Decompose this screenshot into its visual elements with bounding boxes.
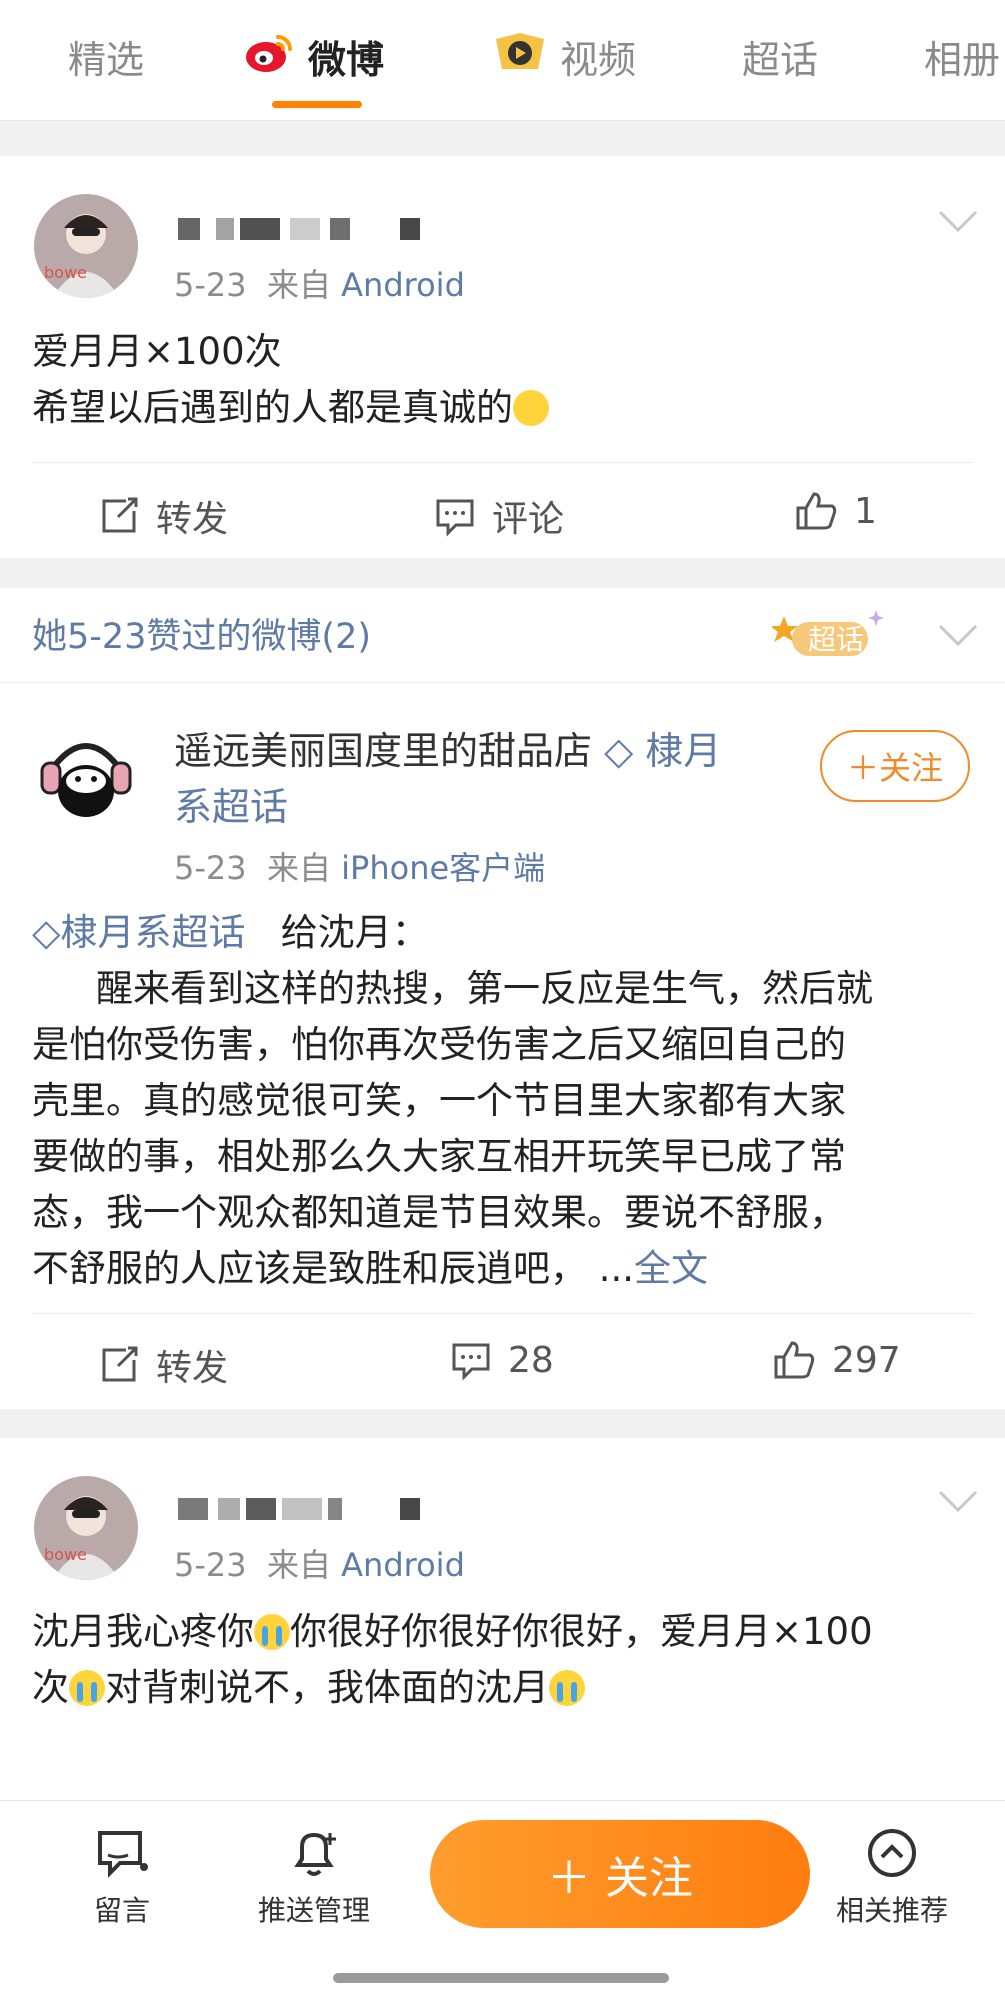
avatar[interactable] (34, 723, 138, 827)
post-meta: 5-23 来自 Android (174, 1546, 465, 1584)
read-more-link[interactable]: 全文 (634, 1247, 708, 1290)
weibo-logo-icon (244, 31, 296, 90)
post-card[interactable]: bowe 5-23 来自 Android 爱月月×100次 希望以后遇到的人都是… (0, 156, 1005, 558)
comment-icon (452, 1343, 490, 1381)
crying-emoji-icon (254, 1614, 290, 1650)
post-source[interactable]: Android (341, 266, 465, 304)
like-button[interactable]: 297 (772, 1339, 901, 1381)
divider (32, 1313, 974, 1314)
follow-button-large[interactable]: ＋ 关注 (430, 1820, 810, 1928)
thumbs-up-icon (796, 492, 837, 530)
author-topic-link[interactable]: ◇ 棣月 (604, 729, 721, 773)
message-icon (98, 1831, 148, 1878)
home-indicator[interactable] (333, 1973, 669, 1983)
post-card[interactable]: bowe 5-23 来自 Android 沈月我心疼你 你很好你很好你很好，爱月月… (0, 1438, 1005, 1808)
super-topic-badge: 超话 (770, 606, 892, 664)
message-button[interactable]: 留言 (94, 1825, 150, 1929)
liked-section-header[interactable]: 她5-23赞过的微博(2) 超话 (0, 588, 1005, 683)
chevron-down-icon[interactable] (938, 210, 978, 234)
top-tab-bar: 精选 微博 视频 超话 相册 (0, 0, 1005, 121)
svg-text:bowe: bowe (44, 263, 87, 282)
crying-emoji-icon (549, 1670, 585, 1706)
share-icon (102, 1346, 138, 1382)
author-name[interactable]: 遥远美丽国度里的甜品店 ◇ 棣月 (174, 723, 721, 779)
crying-emoji-icon (69, 1670, 105, 1706)
tab-album[interactable]: 相册 (924, 32, 1000, 88)
video-play-icon (492, 31, 548, 90)
repost-button[interactable]: 转发 (98, 490, 228, 542)
chevron-down-icon[interactable] (938, 1490, 978, 1514)
comment-icon (436, 499, 474, 537)
like-button[interactable]: 1 (794, 490, 877, 532)
topic-link[interactable]: ◇棣月系超话 (32, 911, 245, 954)
post-meta: 5-23 来自 iPhone客户端 (174, 849, 546, 887)
tab-featured[interactable]: 精选 (68, 32, 144, 88)
tab-super-topic[interactable]: 超话 (742, 32, 818, 88)
push-settings-button[interactable]: 推送管理 (258, 1825, 370, 1929)
comment-button[interactable]: 评论 (434, 490, 564, 542)
repost-button[interactable]: 转发 (98, 1339, 228, 1391)
avatar[interactable]: bowe (34, 194, 138, 298)
post-source[interactable]: iPhone客户端 (341, 849, 545, 887)
liked-section-title: 她5-23赞过的微博(2) (32, 617, 372, 657)
chevron-up-circle-icon (868, 1829, 916, 1877)
post-meta: 5-23 来自 Android (174, 266, 465, 304)
related-recommend-button[interactable]: 相关推荐 (836, 1825, 948, 1929)
comment-button[interactable]: 28 (450, 1339, 554, 1381)
avatar[interactable]: bowe (34, 1476, 138, 1580)
hug-emoji-icon (513, 390, 549, 426)
post-text: 沈月我心疼你 你很好你很好你很好，爱月月×100 次对背刺说不，我体面的沈月 (32, 1610, 873, 1709)
post-source[interactable]: Android (341, 1546, 465, 1584)
follow-button[interactable]: ＋关注 (820, 730, 970, 802)
share-icon (102, 497, 138, 533)
post-text: 爱月月×100次 希望以后遇到的人都是真诚的 (32, 324, 549, 436)
blurred-username[interactable] (178, 218, 428, 244)
svg-text:bowe: bowe (44, 1545, 87, 1564)
tab-weibo[interactable]: 微博 (244, 32, 384, 88)
bell-icon (294, 1832, 336, 1876)
thumbs-up-icon (774, 1341, 815, 1379)
blurred-username[interactable] (178, 1498, 428, 1524)
post-text: ◇棣月系超话 给沈月： 醒来看到这样的热搜，第一反应是生气，然后就 是怕你受伤害… (32, 911, 873, 1290)
active-tab-indicator (272, 101, 362, 108)
chevron-down-icon[interactable] (938, 624, 978, 648)
post-card[interactable]: 遥远美丽国度里的甜品店 ◇ 棣月 系超话 ＋关注 5-23 来自 iPhone客… (0, 683, 1005, 1409)
divider (32, 462, 974, 463)
author-topic-link-cont[interactable]: 系超话 (174, 779, 288, 835)
tab-video[interactable]: 视频 (492, 32, 636, 88)
